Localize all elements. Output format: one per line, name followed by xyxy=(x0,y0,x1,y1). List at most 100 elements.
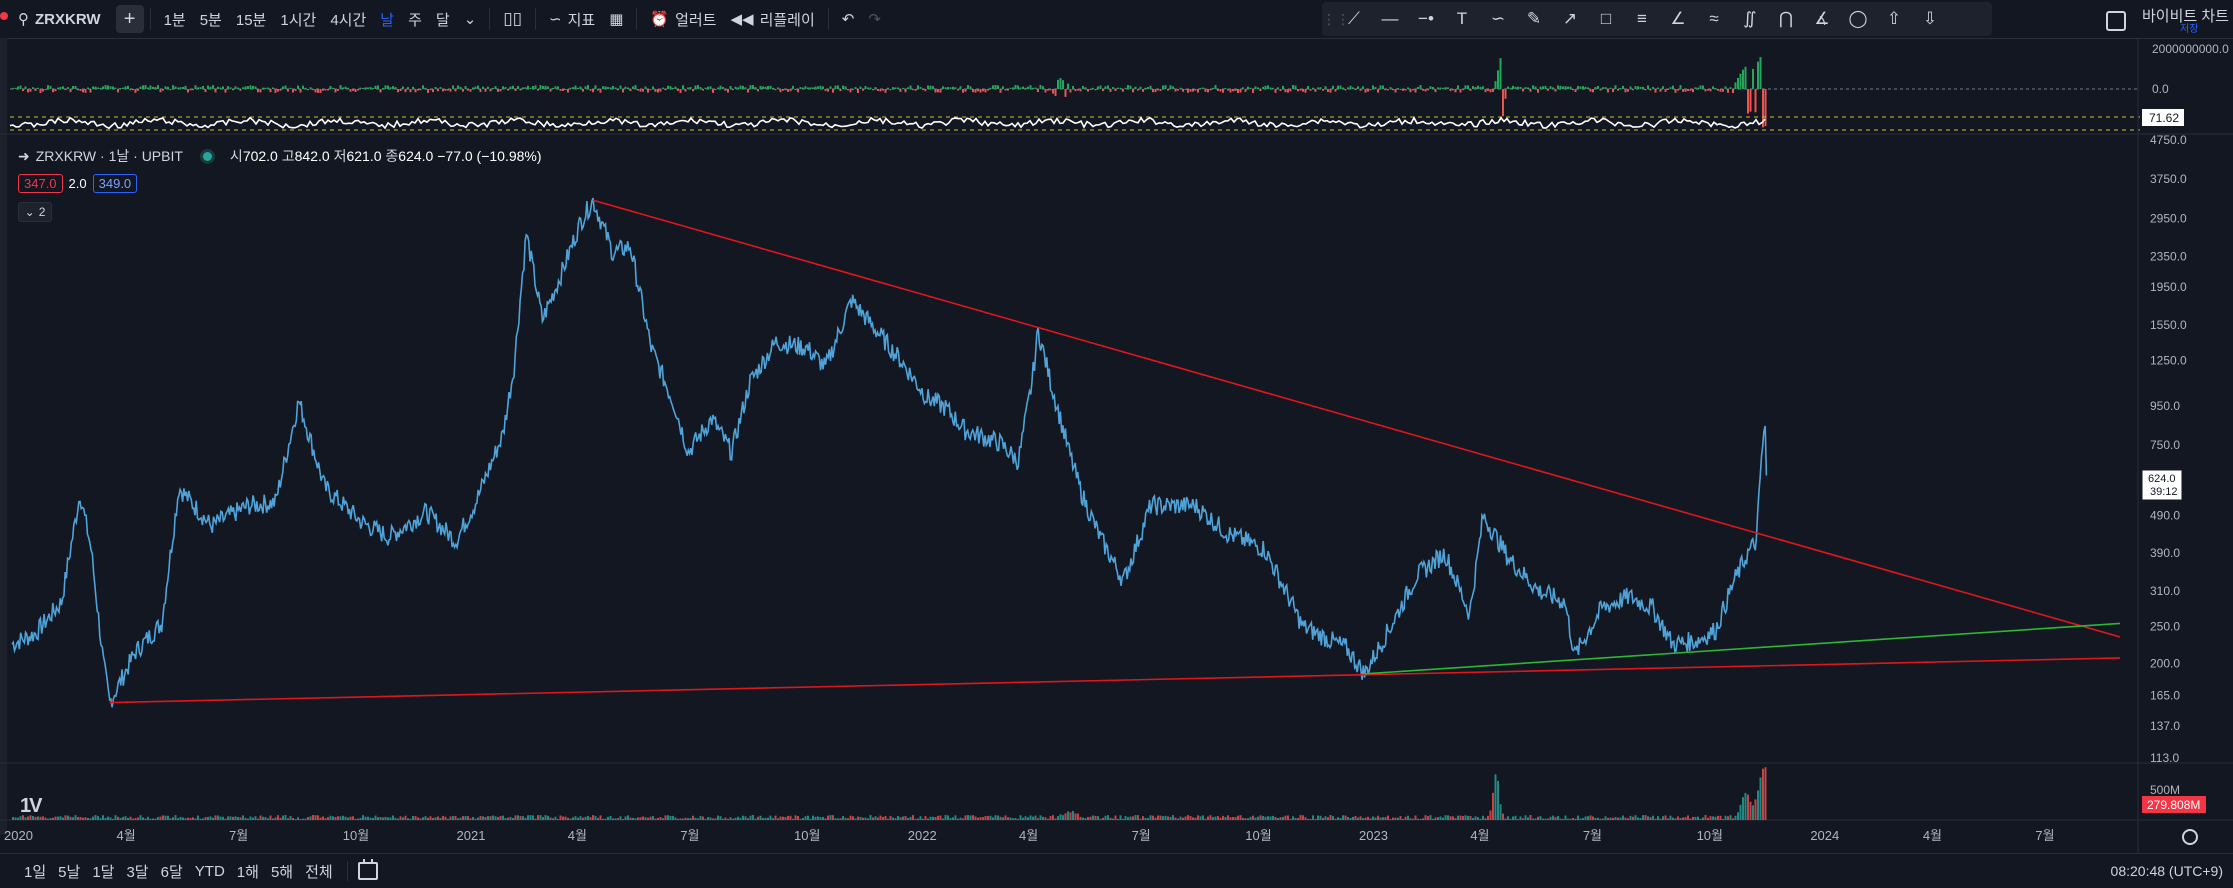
osc-bar xyxy=(794,89,797,91)
volume-bar xyxy=(1757,790,1759,820)
volume-bar xyxy=(1557,816,1559,820)
clock[interactable]: 08:20:48 (UTC+9) xyxy=(2111,863,2223,879)
volume-bar xyxy=(527,815,529,820)
range-3[interactable]: 3달 xyxy=(120,861,154,882)
volume-bar xyxy=(337,816,339,820)
osc-bar xyxy=(864,85,867,89)
volume-bar xyxy=(1379,817,1382,820)
osc-bar xyxy=(1137,89,1139,91)
volume-bar xyxy=(397,818,399,820)
collapse-indicators-button[interactable]: ⌄ 2 xyxy=(18,202,52,222)
osc-bar xyxy=(612,85,614,89)
volume-bar xyxy=(1314,818,1317,820)
osc-bar xyxy=(707,86,709,90)
chart-link-icon[interactable]: ➜ xyxy=(18,148,30,165)
osc-bar xyxy=(709,86,712,89)
volume-bar xyxy=(654,818,657,820)
osc-bar xyxy=(1167,89,1169,91)
volume-bar xyxy=(1634,815,1637,820)
price-axis[interactable]: 4750.0 3750.0 2950.0 2350.0 1950.0 1550.0 1250… xyxy=(2150,133,2187,765)
osc-bar xyxy=(27,89,29,93)
series-title[interactable]: ZRXKRW · 1날 · UPBIT xyxy=(36,146,183,166)
volume-bar xyxy=(967,815,969,820)
range-2[interactable]: 1달 xyxy=(86,861,120,882)
range-7[interactable]: 5해 xyxy=(265,861,299,882)
osc-bar xyxy=(1179,87,1182,90)
volume-bar xyxy=(1744,792,1747,820)
volume-bar xyxy=(794,815,797,820)
volume-bar xyxy=(489,816,492,820)
volume-bar xyxy=(217,815,219,820)
volume-bar xyxy=(759,815,762,820)
osc-bar xyxy=(1584,86,1587,90)
calendar-icon[interactable] xyxy=(357,859,378,880)
volume-bar xyxy=(802,818,804,820)
volume-bar xyxy=(1354,816,1357,820)
osc-bar xyxy=(539,85,542,90)
volume-bar xyxy=(1092,815,1094,820)
osc-bar xyxy=(879,89,882,92)
range-4[interactable]: 6달 xyxy=(155,861,189,882)
y-tick-label: 950.0 xyxy=(2150,399,2180,413)
volume-bar xyxy=(444,816,447,820)
osc-bar xyxy=(372,87,374,90)
osc-bar xyxy=(1354,89,1357,90)
osc-bar xyxy=(1239,89,1242,93)
volume-bar xyxy=(1659,818,1662,820)
volume-bar xyxy=(1607,817,1609,820)
osc-bar xyxy=(1347,87,1349,90)
osc-bar xyxy=(667,85,669,90)
volume-bar xyxy=(634,818,637,820)
time-axis[interactable]: 2020 4월 7월 10월 2021 4월 7월 10월 2022 4월 7월 10월 2023 4월 7… xyxy=(4,828,2055,843)
volume-bar xyxy=(1219,817,1222,820)
osc-bar xyxy=(1724,86,1727,89)
osc-bar xyxy=(304,87,307,90)
volume-bar xyxy=(762,818,764,820)
trendline-1[interactable] xyxy=(109,657,2121,704)
x-tick-label: 2022 xyxy=(908,828,937,843)
osc-bar xyxy=(947,87,949,90)
volume-bar xyxy=(284,815,287,820)
volume-bar xyxy=(619,816,622,820)
range-6[interactable]: 1해 xyxy=(231,861,265,882)
volume-bar xyxy=(1512,816,1514,820)
volume-bar xyxy=(267,818,269,820)
volume-bar xyxy=(409,818,412,820)
osc-bar xyxy=(1389,87,1392,90)
osc-bar xyxy=(347,87,349,89)
range-8[interactable]: 전체 xyxy=(299,861,339,882)
volume-bar xyxy=(1639,818,1642,820)
osc-bar xyxy=(97,87,99,89)
osc-bar xyxy=(289,87,292,90)
volume-bar xyxy=(714,818,717,820)
osc-bar xyxy=(349,89,352,92)
volume-bar xyxy=(599,815,602,820)
range-1[interactable]: 5날 xyxy=(52,861,86,882)
osc-bar xyxy=(644,86,647,90)
osc-bar xyxy=(1599,89,1602,91)
trendlines[interactable] xyxy=(109,199,2121,704)
osc-bar xyxy=(1552,87,1554,90)
range-5[interactable]: YTD xyxy=(189,863,231,880)
volume-bar xyxy=(1079,816,1082,820)
osc-bar xyxy=(1592,89,1594,93)
osc-bar xyxy=(1394,89,1397,93)
osc-bar xyxy=(227,86,229,90)
trendline-0[interactable] xyxy=(592,199,2121,638)
osc-bar xyxy=(1527,87,1529,90)
gear-icon[interactable] xyxy=(2182,829,2198,845)
chart-canvas[interactable]: 2000000000.0 0.0 71.62 4750.03750.02950.… xyxy=(0,0,2233,887)
volume-bar xyxy=(682,818,684,820)
osc-bar xyxy=(22,89,24,91)
volume-bar xyxy=(1094,815,1097,820)
volume-bar xyxy=(892,817,894,820)
volume-bar xyxy=(1369,818,1372,820)
volume-bar xyxy=(1234,817,1237,820)
range-0[interactable]: 1일 xyxy=(0,861,52,882)
volume-bar xyxy=(1227,815,1229,820)
volume-bar xyxy=(1357,817,1359,820)
volume-bar xyxy=(174,815,177,820)
osc-bar xyxy=(364,87,367,90)
volume-bar xyxy=(1212,817,1214,820)
osc-bar xyxy=(1367,89,1369,92)
